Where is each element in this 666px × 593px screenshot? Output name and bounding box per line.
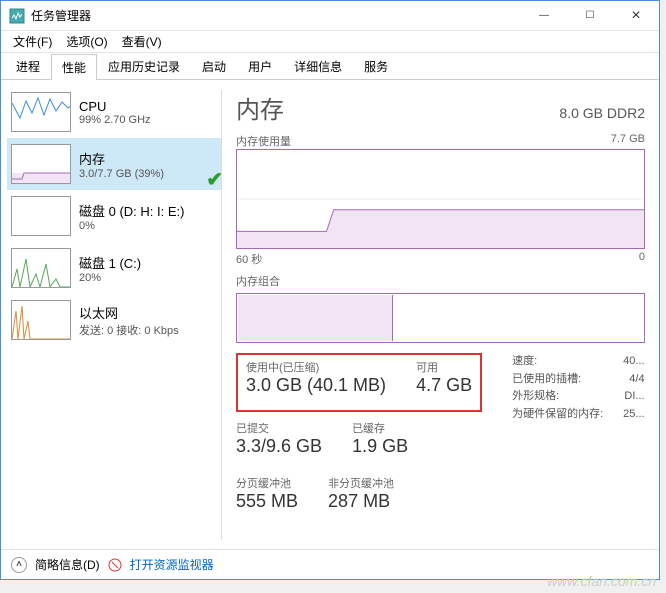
sidebar-item-sub: 0% xyxy=(79,220,184,232)
memory-composition-chart xyxy=(236,293,645,343)
sidebar-item-label: 磁盘 1 (C:) xyxy=(79,253,141,272)
tab-startup[interactable]: 启动 xyxy=(191,53,237,79)
nonpaged-label: 非分页缓冲池 xyxy=(328,475,394,491)
memory-usage-chart xyxy=(236,149,645,249)
disk1-thumb xyxy=(11,248,71,288)
chart1-label-right: 7.7 GB xyxy=(611,133,645,149)
tab-details[interactable]: 详细信息 xyxy=(283,53,353,79)
chart1-label-left: 内存使用量 xyxy=(236,133,291,149)
sidebar-item-ethernet[interactable]: 以太网发送: 0 接收: 0 Kbps xyxy=(7,294,221,346)
sidebar-item-disk1[interactable]: 磁盘 1 (C:)20% xyxy=(7,242,221,294)
speed-label: 速度: xyxy=(512,353,537,371)
chart1-x-left: 60 秒 xyxy=(236,251,262,267)
in-use-value: 3.0 GB (40.1 MB) xyxy=(246,375,386,396)
brief-info-button[interactable]: 简略信息(D) xyxy=(35,556,100,573)
chart1-x-right: 0 xyxy=(639,251,645,267)
tab-performance[interactable]: 性能 xyxy=(51,54,97,80)
menu-view[interactable]: 查看(V) xyxy=(116,31,168,52)
close-button[interactable]: × xyxy=(613,1,659,31)
sidebar-item-disk0[interactable]: 磁盘 0 (D: H: I: E:)0% xyxy=(7,190,221,242)
maximize-button[interactable]: ☐ xyxy=(567,1,613,31)
slots-value: 4/4 xyxy=(629,371,644,389)
menu-file[interactable]: 文件(F) xyxy=(7,31,58,52)
checkmark-icon: ✔ xyxy=(206,167,221,192)
available-label: 可用 xyxy=(416,359,472,375)
sidebar-item-label: 磁盘 0 (D: H: I: E:) xyxy=(79,201,184,220)
main-panel: 内存 8.0 GB DDR2 内存使用量 7.7 GB 60 秒 0 内存组合 xyxy=(222,80,659,550)
tab-apphistory[interactable]: 应用历史记录 xyxy=(97,53,191,79)
resource-monitor-link[interactable]: 打开资源监视器 xyxy=(130,556,214,573)
highlight-box: 使用中(已压缩)3.0 GB (40.1 MB) 可用4.7 GB xyxy=(236,353,482,412)
cached-label: 已缓存 xyxy=(352,420,408,436)
available-value: 4.7 GB xyxy=(416,375,472,396)
speed-value: 40... xyxy=(623,353,644,371)
memory-capacity: 8.0 GB DDR2 xyxy=(559,105,645,121)
menubar: 文件(F) 选项(O) 查看(V) xyxy=(1,31,659,53)
disk0-thumb xyxy=(11,196,71,236)
reserved-value: 25... xyxy=(623,406,644,424)
resource-monitor-icon xyxy=(108,558,122,572)
chart2-label: 内存组合 xyxy=(236,273,280,289)
tab-users[interactable]: 用户 xyxy=(237,53,283,79)
page-title: 内存 xyxy=(236,90,284,125)
menu-options[interactable]: 选项(O) xyxy=(60,31,113,52)
reserved-label: 为硬件保留的内存: xyxy=(512,406,603,424)
app-icon xyxy=(9,8,25,24)
memory-info-table: 速度: 40... 已使用的插槽: 4/4 外形规格: DI... 为硬件保留的内存:… xyxy=(512,353,644,522)
sidebar-item-label: CPU xyxy=(79,99,151,114)
tab-processes[interactable]: 进程 xyxy=(5,53,51,79)
paged-label: 分页缓冲池 xyxy=(236,475,298,491)
committed-value: 3.3/9.6 GB xyxy=(236,436,322,457)
committed-label: 已提交 xyxy=(236,420,322,436)
window-controls: — ☐ × xyxy=(521,1,659,31)
sidebar-item-sub: 20% xyxy=(79,272,141,284)
memory-thumb xyxy=(11,144,71,184)
minimize-button[interactable]: — xyxy=(521,1,567,31)
ethernet-thumb xyxy=(11,300,71,340)
sidebar-item-cpu[interactable]: CPU99% 2.70 GHz xyxy=(7,86,221,138)
sidebar-item-sub: 3.0/7.7 GB (39%) xyxy=(79,168,164,180)
slots-label: 已使用的插槽: xyxy=(512,371,581,389)
form-value: DI... xyxy=(624,388,644,406)
window-title: 任务管理器 xyxy=(31,7,521,24)
sidebar-item-sub: 发送: 0 接收: 0 Kbps xyxy=(79,322,179,338)
task-manager-window: 任务管理器 — ☐ × 文件(F) 选项(O) 查看(V) 进程 性能 应用历史… xyxy=(0,0,660,580)
nonpaged-value: 287 MB xyxy=(328,491,394,512)
sidebar-item-label: 以太网 xyxy=(79,303,179,322)
cpu-thumb xyxy=(11,92,71,132)
form-label: 外形规格: xyxy=(512,388,559,406)
titlebar[interactable]: 任务管理器 — ☐ × xyxy=(1,1,659,31)
sidebar-item-label: 内存 xyxy=(79,149,164,168)
paged-value: 555 MB xyxy=(236,491,298,512)
chevron-up-icon[interactable]: ˄ xyxy=(11,557,27,573)
tabbar: 进程 性能 应用历史记录 启动 用户 详细信息 服务 xyxy=(1,53,659,80)
sidebar-item-memory[interactable]: 内存3.0/7.7 GB (39%) ✔ xyxy=(7,138,221,190)
cached-value: 1.9 GB xyxy=(352,436,408,457)
sidebar: CPU99% 2.70 GHz 内存3.0/7.7 GB (39%) ✔ 磁盘 … xyxy=(1,80,221,550)
in-use-label: 使用中(已压缩) xyxy=(246,359,386,375)
tab-services[interactable]: 服务 xyxy=(353,53,399,79)
content: CPU99% 2.70 GHz 内存3.0/7.7 GB (39%) ✔ 磁盘 … xyxy=(1,80,659,550)
sidebar-item-sub: 99% 2.70 GHz xyxy=(79,114,151,126)
footer: ˄ 简略信息(D) 打开资源监视器 xyxy=(1,549,659,579)
